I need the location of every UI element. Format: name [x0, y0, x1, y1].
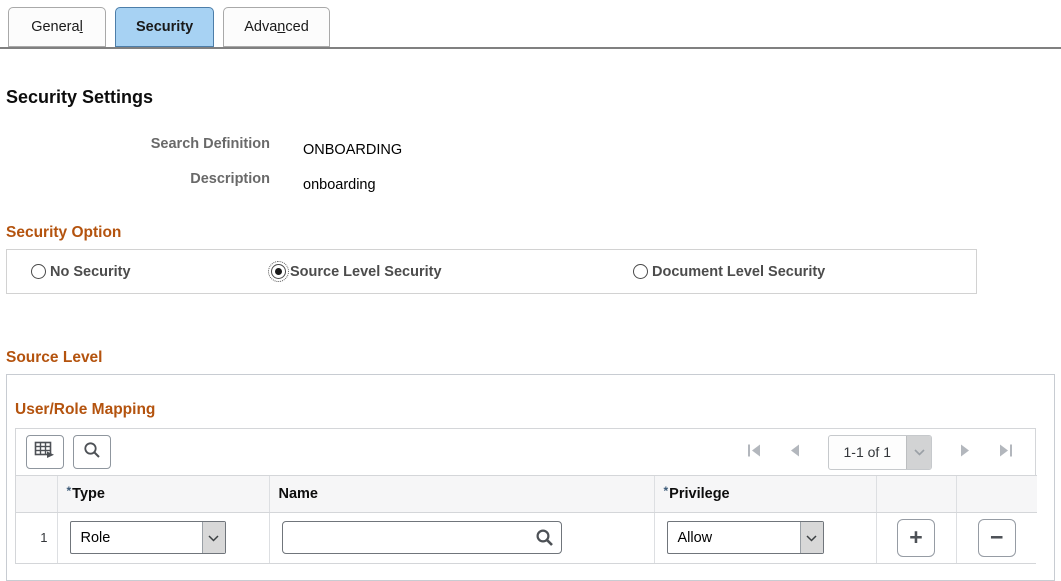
description-label: Description	[6, 171, 270, 193]
add-row-button[interactable]: +	[897, 519, 935, 557]
dropdown-chevron-icon	[914, 444, 925, 460]
grid-action-menu-button[interactable]	[26, 435, 64, 469]
pagination-dropdown-button[interactable]	[906, 436, 931, 469]
row-number: 1	[16, 513, 57, 563]
type-select-value: Role	[71, 522, 202, 553]
chevron-down-icon	[208, 530, 219, 546]
next-page-button[interactable]	[959, 443, 971, 462]
name-lookup-field	[282, 521, 562, 554]
security-option-group: No Security Source Level Security Docume…	[6, 249, 977, 294]
tab-advanced-label: Advanced	[244, 19, 309, 35]
radio-icon-selected[interactable]	[271, 264, 286, 279]
source-level-heading: Source Level	[6, 349, 1061, 367]
radio-option-no-security[interactable]: No Security	[31, 264, 271, 280]
find-icon	[83, 441, 101, 463]
page-content: Security Settings Search Definition ONBO…	[0, 87, 1061, 581]
radio-icon[interactable]	[633, 264, 648, 279]
privilege-select-dropdown-button[interactable]	[800, 522, 823, 553]
remove-row-button[interactable]: −	[978, 519, 1016, 557]
type-select[interactable]: Role	[70, 521, 226, 554]
name-lookup-icon[interactable]	[535, 528, 554, 551]
tab-general-label: General	[31, 19, 83, 35]
first-page-button[interactable]	[747, 443, 762, 462]
page-title: Security Settings	[6, 87, 1061, 108]
search-definition-row: Search Definition ONBOARDING	[6, 136, 1061, 158]
radio-label: Document Level Security	[652, 264, 825, 280]
radio-label: No Security	[50, 264, 131, 280]
radio-label: Source Level Security	[290, 264, 442, 280]
tab-advanced[interactable]: Advanced	[223, 7, 330, 47]
first-page-icon	[747, 443, 762, 462]
table-row: 1 Role	[16, 513, 1037, 563]
required-field-marker: *	[664, 484, 669, 498]
search-definition-label: Search Definition	[6, 136, 270, 158]
security-option-heading: Security Option	[6, 224, 1061, 242]
chevron-down-icon	[806, 530, 817, 546]
pagination-range-control: 1-1 of 1	[828, 435, 932, 470]
source-level-box: User/Role Mapping	[6, 374, 1055, 581]
name-input[interactable]	[282, 521, 562, 554]
pagination-range-label: 1-1 of 1	[829, 436, 906, 469]
tab-security[interactable]: Security	[115, 7, 214, 47]
grid-find-button[interactable]	[73, 435, 111, 469]
type-select-dropdown-button[interactable]	[202, 522, 225, 553]
row-number-header	[16, 476, 57, 513]
user-role-mapping-heading: User/Role Mapping	[15, 401, 1046, 419]
privilege-column-header: *Privilege	[654, 476, 876, 513]
tab-security-label: Security	[136, 19, 193, 35]
privilege-select-value: Allow	[668, 522, 800, 553]
description-value: onboarding	[303, 171, 376, 193]
table-header-row: *Type Name *Privilege	[16, 476, 1037, 513]
radio-icon[interactable]	[31, 264, 46, 279]
last-page-button[interactable]	[998, 443, 1013, 462]
description-row: Description onboarding	[6, 171, 1061, 193]
previous-page-button[interactable]	[789, 443, 801, 462]
remove-column-header	[956, 476, 1037, 513]
privilege-select[interactable]: Allow	[667, 521, 824, 554]
user-role-mapping-table: *Type Name *Privilege 1	[16, 475, 1037, 563]
grid-toolbar-buttons	[26, 435, 111, 469]
grid-pagination: 1-1 of 1	[747, 435, 1013, 470]
search-definition-value: ONBOARDING	[303, 136, 402, 158]
required-field-marker: *	[67, 484, 72, 498]
grid-toolbar: 1-1 of 1	[16, 429, 1035, 475]
grid-action-icon	[34, 441, 56, 463]
user-role-mapping-grid: 1-1 of 1	[15, 428, 1036, 564]
name-column-header: Name	[269, 476, 654, 513]
type-column-header: *Type	[57, 476, 269, 513]
tab-bar: General Security Advanced	[0, 0, 1061, 49]
tab-general[interactable]: General	[8, 7, 106, 47]
radio-option-document-level-security[interactable]: Document Level Security	[633, 264, 825, 280]
next-page-icon	[959, 443, 971, 462]
radio-option-source-level-security[interactable]: Source Level Security	[271, 264, 633, 280]
last-page-icon	[998, 443, 1013, 462]
previous-page-icon	[789, 443, 801, 462]
add-column-header	[876, 476, 956, 513]
